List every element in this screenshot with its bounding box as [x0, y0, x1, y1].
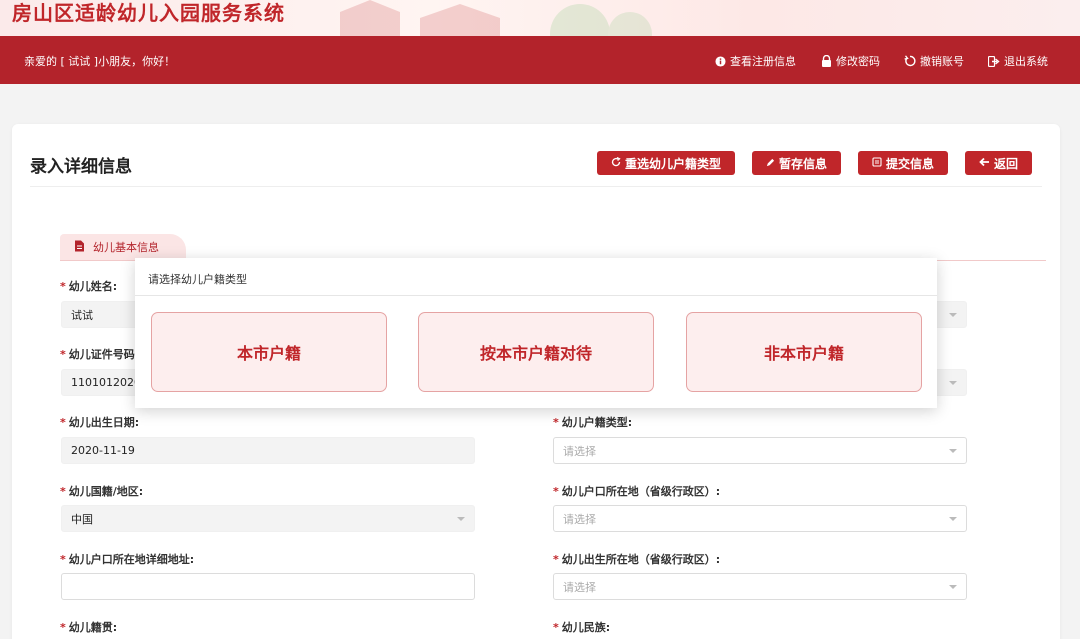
refresh-icon: [611, 156, 621, 170]
header-banner: 房山区适龄幼儿入园服务系统: [0, 0, 1080, 36]
back-label: 返回: [993, 156, 1018, 171]
modal-title: 请选择幼儿户籍类型: [148, 273, 247, 286]
logout-link[interactable]: 退出系统: [988, 53, 1048, 69]
back-button[interactable]: 返回: [964, 151, 1032, 175]
cancel-account-link[interactable]: 撤销账号: [904, 53, 964, 69]
chevron-down-icon: [949, 517, 957, 521]
submit-button[interactable]: 提交信息: [857, 151, 948, 175]
ethnicity-label: * 幼儿民族:: [553, 621, 611, 634]
submit-label: 提交信息: [885, 156, 934, 171]
save-draft-button[interactable]: 暂存信息: [751, 151, 841, 175]
system-title: 房山区适龄幼儿入园服务系统: [12, 1, 285, 25]
section-tab-basic-info: 幼儿基本信息: [60, 234, 186, 260]
hukou-type-select[interactable]: 请选择: [553, 437, 967, 464]
chevron-down-icon: [949, 313, 957, 317]
native-place-label: * 幼儿籍贯:: [60, 621, 118, 634]
document-icon: [74, 240, 85, 255]
lock-icon: [820, 55, 832, 67]
view-registration-label: 查看注册信息: [730, 55, 796, 68]
option-treated-as-local[interactable]: 按本市户籍对待: [418, 312, 654, 392]
chevron-down-icon: [949, 449, 957, 453]
option-non-local-hukou[interactable]: 非本市户籍: [686, 312, 922, 392]
section-title: 幼儿基本信息: [93, 241, 159, 254]
arrow-left-icon: [979, 156, 990, 170]
title-divider: [30, 186, 1042, 187]
birth-date-label: * 幼儿出生日期:: [60, 416, 140, 429]
hukou-type-modal: 请选择幼儿户籍类型 本市户籍 按本市户籍对待 非本市户籍: [135, 258, 937, 408]
chevron-down-icon: [949, 381, 957, 385]
hukou-province-label: * 幼儿户口所在地（省级行政区）:: [553, 485, 721, 498]
pencil-icon: [766, 156, 775, 170]
chevron-down-icon: [949, 585, 957, 589]
exit-icon: [988, 55, 1000, 67]
greeting-text: 亲爱的 [ 试试 ]小朋友，你好！: [24, 55, 176, 68]
birth-province-label: * 幼儿出生所在地（省级行政区）:: [553, 553, 721, 566]
child-id-label: * 幼儿证件号码: [60, 348, 135, 361]
modal-divider: [135, 295, 937, 296]
clipboard-icon: [872, 156, 882, 170]
nationality-select[interactable]: 中国: [61, 505, 475, 532]
birth-province-select[interactable]: 请选择: [553, 573, 967, 600]
change-password-link[interactable]: 修改密码: [820, 53, 880, 69]
child-name-label: * 幼儿姓名:: [60, 280, 118, 293]
page-title: 录入详细信息: [30, 157, 132, 177]
nationality-label: * 幼儿国籍/地区:: [60, 485, 144, 498]
hukou-address-label: * 幼儿户口所在地详细地址:: [60, 553, 195, 566]
action-buttons: 重选幼儿户籍类型 暂存信息 提交信息 返回: [596, 151, 1032, 175]
banner-decoration: [340, 0, 652, 36]
info-icon: [714, 55, 726, 67]
top-actions: 查看注册信息 修改密码 撤销账号 退出系统: [714, 53, 1048, 69]
hukou-address-input[interactable]: [61, 573, 475, 600]
reselect-hukou-label: 重选幼儿户籍类型: [624, 156, 721, 171]
option-local-hukou[interactable]: 本市户籍: [151, 312, 387, 392]
hukou-province-select[interactable]: 请选择: [553, 505, 967, 532]
cancel-account-label: 撤销账号: [920, 55, 964, 68]
chevron-down-icon: [457, 517, 465, 521]
undo-icon: [904, 55, 916, 67]
view-registration-link[interactable]: 查看注册信息: [714, 53, 796, 69]
change-password-label: 修改密码: [836, 55, 880, 68]
reselect-hukou-button[interactable]: 重选幼儿户籍类型: [596, 151, 735, 175]
birth-date-input[interactable]: 2020-11-19: [61, 437, 475, 464]
save-draft-label: 暂存信息: [778, 156, 827, 171]
top-nav-bar: 亲爱的 [ 试试 ]小朋友，你好！ 查看注册信息 修改密码 撤销账号 退出系统: [0, 36, 1080, 84]
hukou-type-label: * 幼儿户籍类型:: [553, 416, 633, 429]
logout-label: 退出系统: [1004, 55, 1048, 68]
